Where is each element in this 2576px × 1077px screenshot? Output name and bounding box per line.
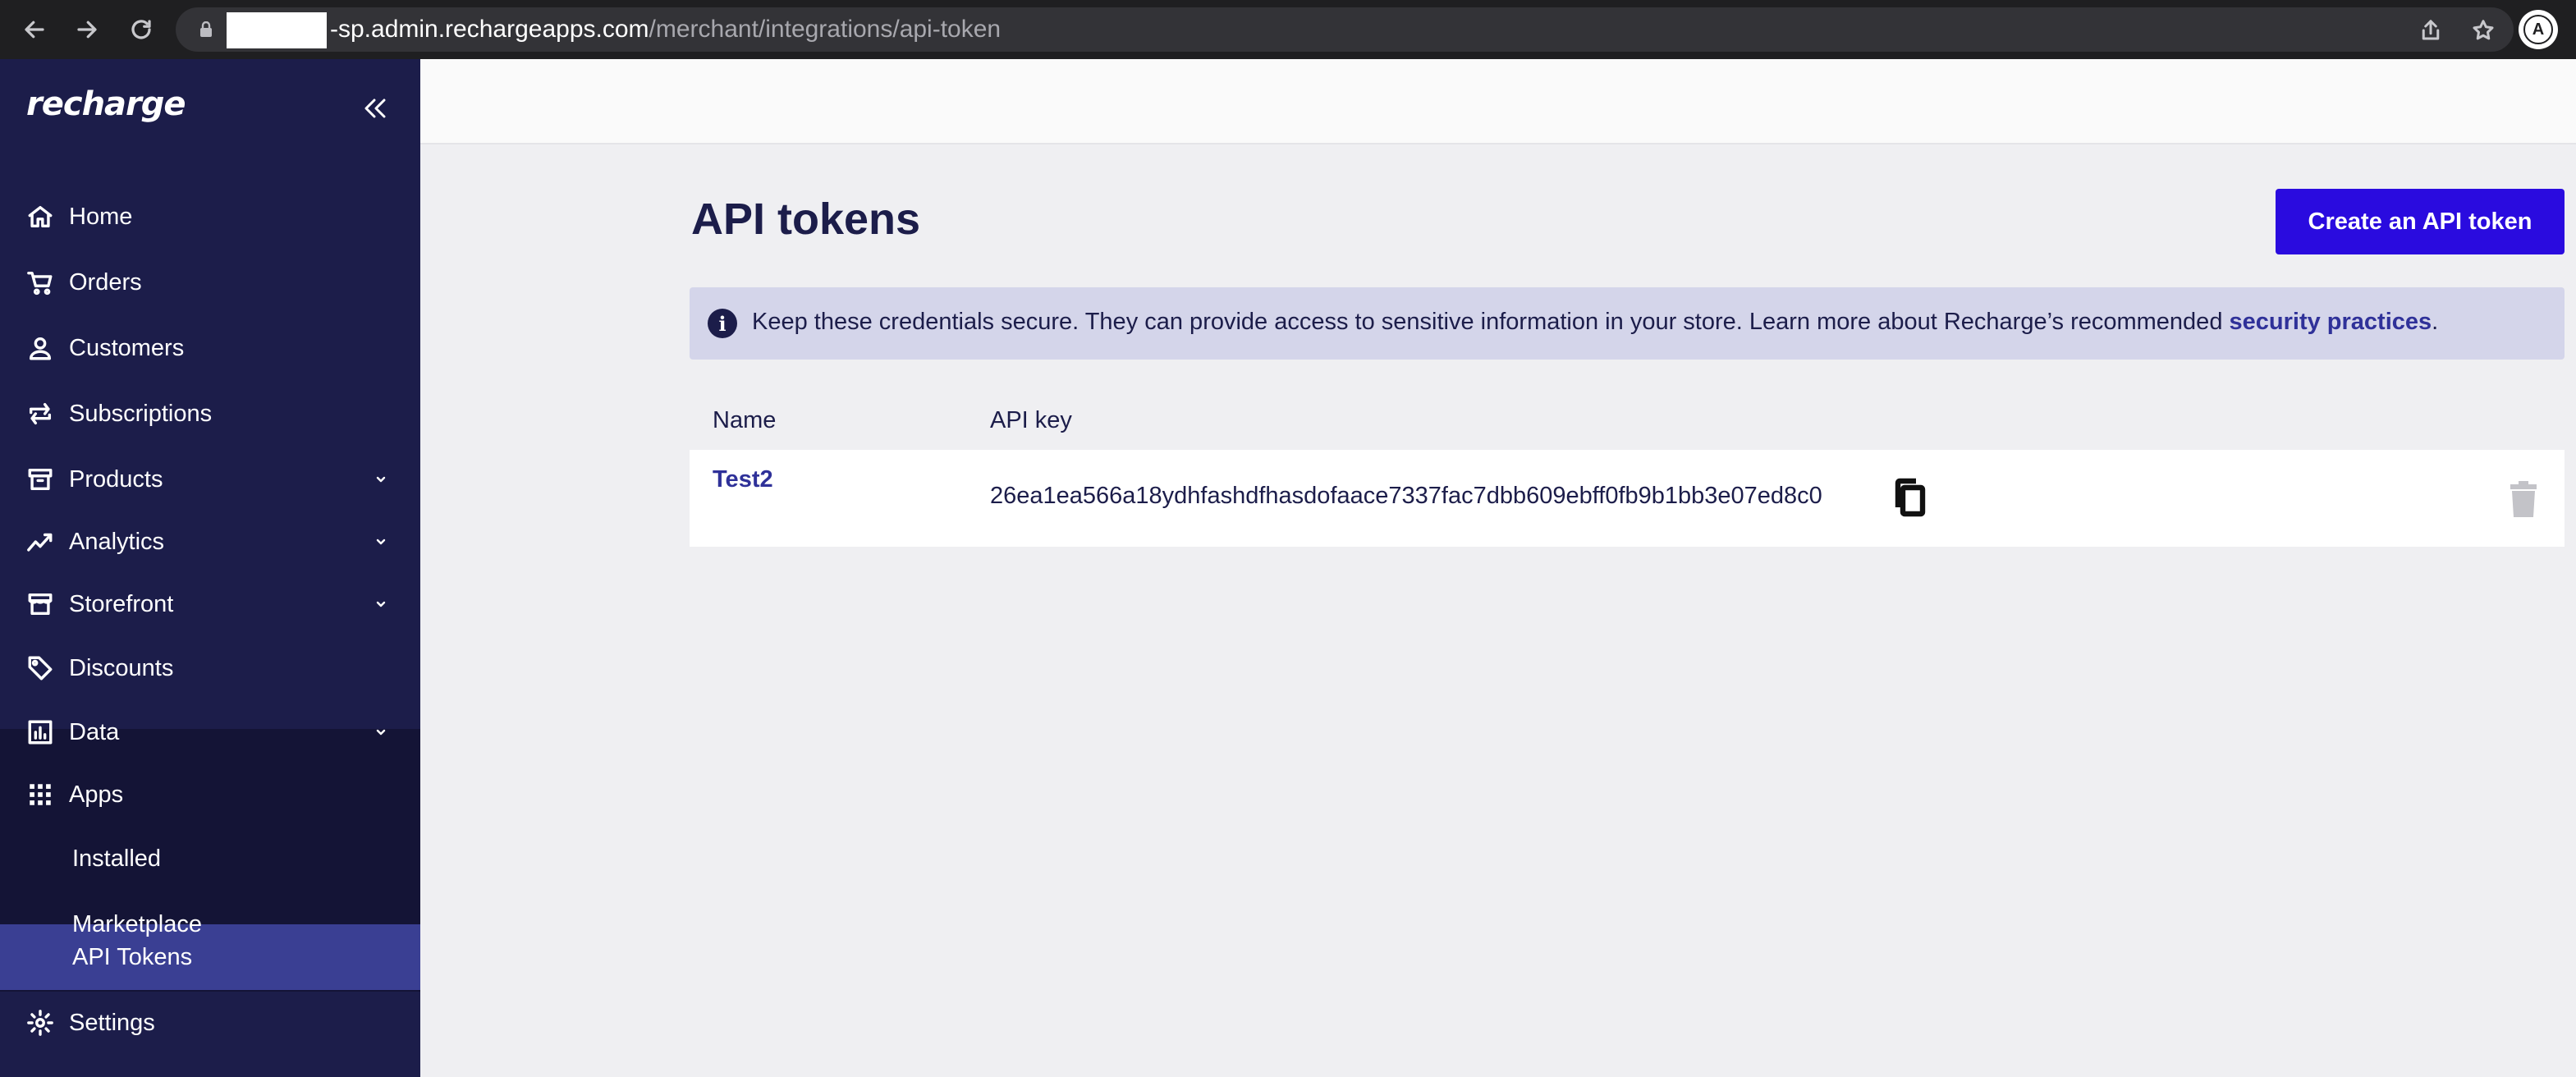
reload-button[interactable] <box>123 11 159 48</box>
chevron-down-icon <box>371 722 391 742</box>
sidebar-item-storefront[interactable]: Storefront <box>0 571 420 637</box>
sidebar-item-subscriptions[interactable]: Subscriptions <box>0 381 420 447</box>
sidebar-item-home[interactable]: Home <box>0 184 420 250</box>
lock-icon <box>199 21 213 38</box>
bar-chart-icon <box>26 718 54 746</box>
bookmark-star-icon[interactable] <box>2471 18 2496 43</box>
sidebar-subitem-installed[interactable]: Installed <box>0 826 420 891</box>
sidebar-item-products[interactable]: Products <box>0 447 420 512</box>
sidebar: recharge Home Orders Customers Subscript… <box>0 59 420 1077</box>
sidebar-item-customers[interactable]: Customers <box>0 315 420 381</box>
column-header-name: Name <box>713 407 777 433</box>
api-key-value: 26ea1ea566a18ydhfashdfhasdofaace7337fac7… <box>990 483 1822 509</box>
trash-icon[interactable] <box>2507 481 2540 517</box>
repeat-icon <box>26 400 54 428</box>
address-bar[interactable]: -sp.admin.rechargeapps.com/merchant/inte… <box>176 7 2514 52</box>
collapse-sidebar-button[interactable] <box>358 92 391 125</box>
sidebar-item-orders[interactable]: Orders <box>0 250 420 315</box>
arrow-right-icon <box>77 21 97 39</box>
chevron-down-icon <box>371 532 391 552</box>
share-icon[interactable] <box>2418 18 2443 43</box>
sidebar-subitem-api-tokens[interactable]: API Tokens <box>0 924 420 990</box>
person-icon <box>26 334 54 362</box>
column-header-api-key: API key <box>990 407 1072 433</box>
archive-icon <box>26 465 54 493</box>
sidebar-item-analytics[interactable]: Analytics <box>0 509 420 575</box>
store-icon <box>26 590 54 618</box>
table-row: Test2 26ea1ea566a18ydhfashdfhasdofaace73… <box>690 450 2565 547</box>
redacted-subdomain <box>227 12 327 48</box>
trend-icon <box>26 528 54 556</box>
grid-icon <box>26 781 54 809</box>
arrow-left-icon <box>25 21 44 39</box>
cart-icon <box>26 268 54 296</box>
chevron-down-icon <box>371 470 391 489</box>
top-bar <box>420 59 2576 144</box>
reload-icon <box>131 20 151 39</box>
page-title: API tokens <box>691 195 921 244</box>
chevron-down-icon <box>371 594 391 614</box>
security-practices-link[interactable]: security practices <box>2230 309 2432 335</box>
forward-button[interactable] <box>69 11 105 48</box>
copy-icon[interactable] <box>1891 478 1927 517</box>
security-info-banner: i Keep these credentials secure. They ca… <box>690 287 2565 360</box>
sidebar-item-discounts[interactable]: Discounts <box>0 635 420 701</box>
recharge-logo[interactable]: recharge <box>26 85 186 123</box>
sidebar-item-apps[interactable]: Apps <box>0 762 420 827</box>
double-chevron-left-icon <box>364 99 386 118</box>
home-icon <box>26 203 54 231</box>
token-name-link[interactable]: Test2 <box>713 466 773 493</box>
banner-text: Keep these credentials secure. They can … <box>752 309 2439 335</box>
profile-avatar[interactable]: A <box>2519 10 2558 49</box>
tag-icon <box>26 654 54 682</box>
back-button[interactable] <box>16 11 53 48</box>
sidebar-item-settings[interactable]: Settings <box>0 990 420 1056</box>
info-icon: i <box>708 309 737 338</box>
create-api-token-button[interactable]: Create an API token <box>2276 189 2565 254</box>
sidebar-item-data[interactable]: Data <box>0 699 420 765</box>
browser-toolbar: -sp.admin.rechargeapps.com/merchant/inte… <box>0 0 2576 59</box>
gear-icon <box>26 1009 54 1037</box>
url-text: -sp.admin.rechargeapps.com/merchant/inte… <box>330 16 1002 43</box>
